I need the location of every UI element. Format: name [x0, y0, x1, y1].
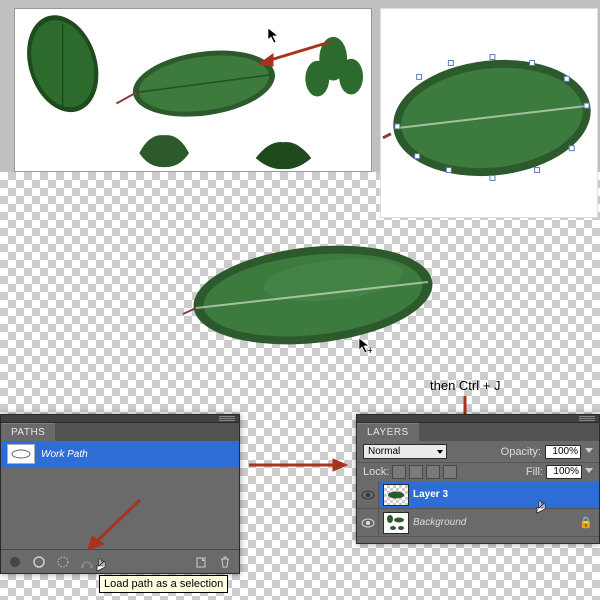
opacity-label: Opacity: — [501, 446, 541, 458]
lock-position-icon[interactable] — [426, 465, 440, 479]
svg-text:+: + — [367, 345, 372, 355]
fill-label: Fill: — [526, 466, 543, 478]
layer-name: Background — [413, 517, 466, 528]
delete-path-icon[interactable] — [217, 554, 233, 570]
visibility-toggle-icon[interactable] — [357, 509, 379, 536]
lock-icon: 🔒 — [579, 516, 593, 529]
load-path-selection-icon[interactable] — [55, 554, 71, 570]
fill-path-icon[interactable] — [7, 554, 23, 570]
make-workpath-icon[interactable] — [79, 554, 95, 570]
arrow-icon — [255, 39, 335, 69]
pointer-cursor-icon — [534, 500, 548, 518]
opacity-input[interactable]: 100% — [545, 445, 581, 459]
arrow-cursor-icon: + — [358, 337, 372, 355]
source-image-leaves — [14, 8, 372, 172]
panel-grip[interactable] — [357, 415, 599, 423]
tooltip-load-path: Load path as a selection — [99, 575, 228, 593]
layer-row-layer3[interactable]: Layer 3 — [357, 481, 599, 509]
layer-row-background[interactable]: Background 🔒 — [357, 509, 599, 537]
fill-chevron-icon[interactable] — [585, 468, 593, 476]
pointer-cursor-icon — [94, 558, 108, 576]
lock-label: Lock: — [363, 466, 389, 478]
layers-panel: LAYERS Normal Opacity: 100% Lock: Fill: … — [356, 414, 600, 544]
layer-name: Layer 3 — [413, 489, 448, 500]
closeup-leaf-image — [380, 8, 598, 218]
blend-mode-dropdown[interactable]: Normal — [363, 444, 447, 459]
opacity-chevron-icon[interactable] — [585, 448, 593, 456]
lock-row: Lock: Fill: 100% — [357, 462, 599, 481]
arrow-to-load-icon — [80, 494, 150, 554]
lock-all-icon[interactable] — [443, 465, 457, 479]
paths-tab[interactable]: PATHS — [1, 423, 55, 441]
arrow-right-icon — [245, 450, 350, 480]
lock-transparent-icon[interactable] — [392, 465, 406, 479]
panel-grip[interactable] — [1, 415, 239, 423]
layers-controls-row: Normal Opacity: 100% — [357, 441, 599, 462]
fill-input[interactable]: 100% — [546, 465, 582, 479]
new-path-icon[interactable] — [193, 554, 209, 570]
annotation-ctrl-j: then Ctrl + J — [430, 378, 500, 393]
layers-tab[interactable]: LAYERS — [357, 423, 419, 441]
isolated-leaf-image — [178, 240, 438, 355]
work-path-label: Work Path — [41, 449, 88, 460]
layer-thumbnail[interactable] — [383, 512, 409, 534]
path-item-workpath[interactable]: Work Path — [1, 441, 239, 467]
stroke-path-icon[interactable] — [31, 554, 47, 570]
path-thumbnail — [7, 444, 35, 464]
lock-image-icon[interactable] — [409, 465, 423, 479]
visibility-toggle-icon[interactable] — [357, 481, 379, 508]
layer-thumbnail[interactable] — [383, 484, 409, 506]
